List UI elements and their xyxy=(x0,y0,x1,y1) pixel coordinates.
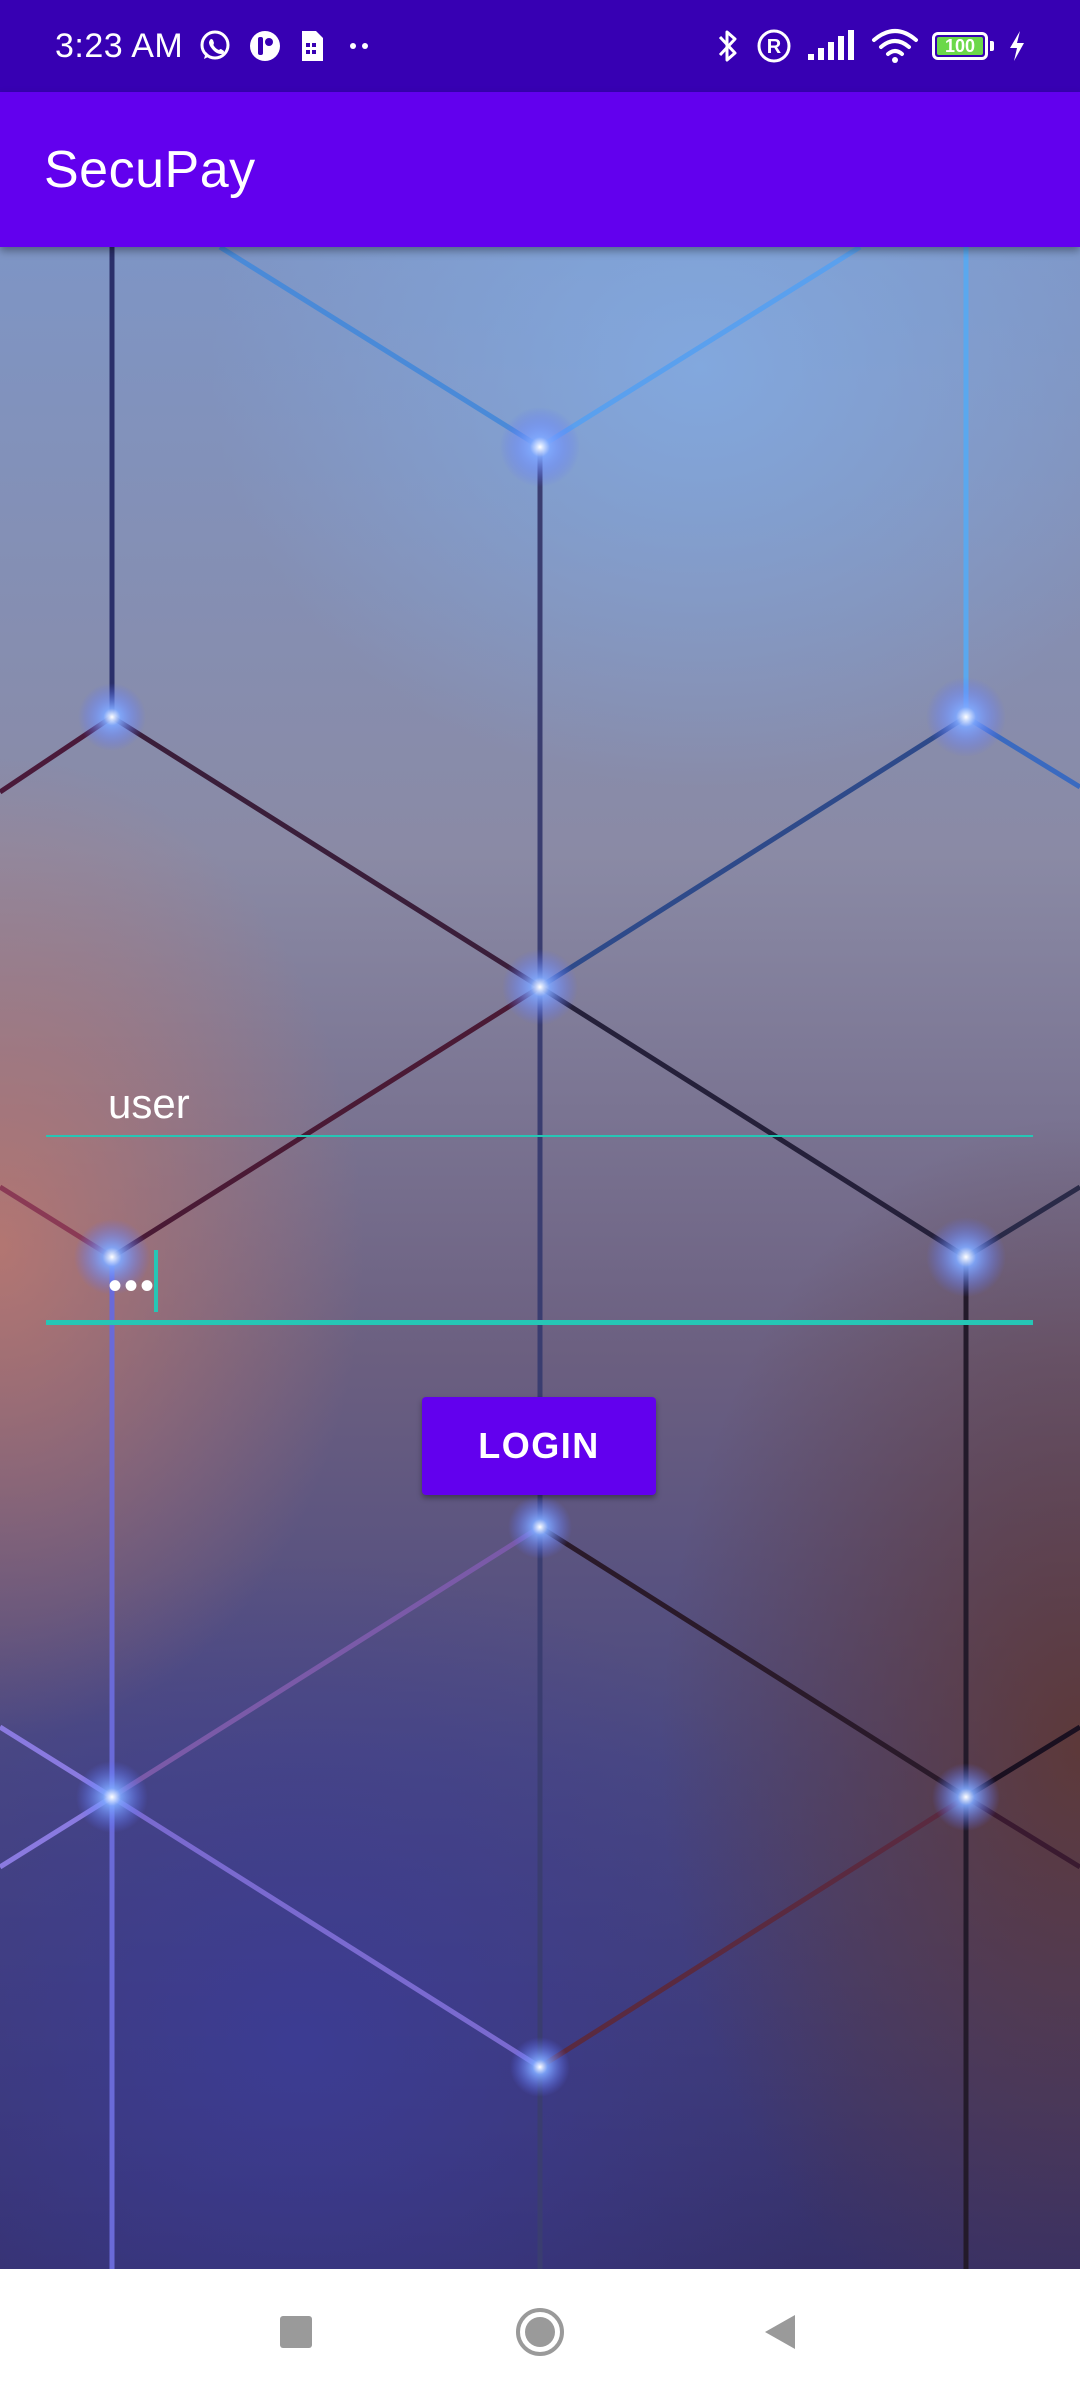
username-field[interactable]: user xyxy=(46,1047,1033,1137)
battery-cap xyxy=(990,41,994,51)
status-bar: 3:23 AM R 100 xyxy=(0,0,1080,92)
battery-level: 100 xyxy=(937,37,983,55)
app-bar: SecuPay xyxy=(0,92,1080,247)
app-notification-icon xyxy=(247,28,283,64)
back-triangle-icon xyxy=(759,2311,801,2358)
battery-icon: 100 xyxy=(932,32,994,60)
recents-square-icon xyxy=(276,2312,316,2357)
app-title: SecuPay xyxy=(44,140,256,199)
navigation-bar xyxy=(0,2269,1080,2400)
home-circle-icon xyxy=(514,2306,566,2363)
password-value: ••• xyxy=(108,1264,157,1308)
more-dots-icon xyxy=(341,28,377,64)
status-right: R 100 xyxy=(714,26,1028,66)
svg-text:R: R xyxy=(767,36,782,58)
status-left: 3:23 AM xyxy=(55,27,714,66)
status-time: 3:23 AM xyxy=(55,26,184,65)
charging-icon xyxy=(1006,28,1028,64)
recents-button[interactable] xyxy=(236,2269,356,2400)
username-value: user xyxy=(108,1080,190,1127)
sim-card-icon xyxy=(297,28,327,64)
whatsapp-icon xyxy=(197,28,233,64)
login-button[interactable]: LOGIN xyxy=(422,1397,656,1495)
bluetooth-icon xyxy=(714,26,742,66)
text-cursor xyxy=(154,1250,158,1312)
battery-body: 100 xyxy=(932,32,988,60)
back-button[interactable] xyxy=(720,2269,840,2400)
login-screen: user ••• LOGIN xyxy=(0,247,1080,2269)
signal-icon xyxy=(806,28,858,64)
wifi-icon xyxy=(870,27,920,65)
home-button[interactable] xyxy=(480,2269,600,2400)
roaming-r-icon: R xyxy=(754,26,794,66)
password-field[interactable]: ••• xyxy=(46,1235,1033,1325)
